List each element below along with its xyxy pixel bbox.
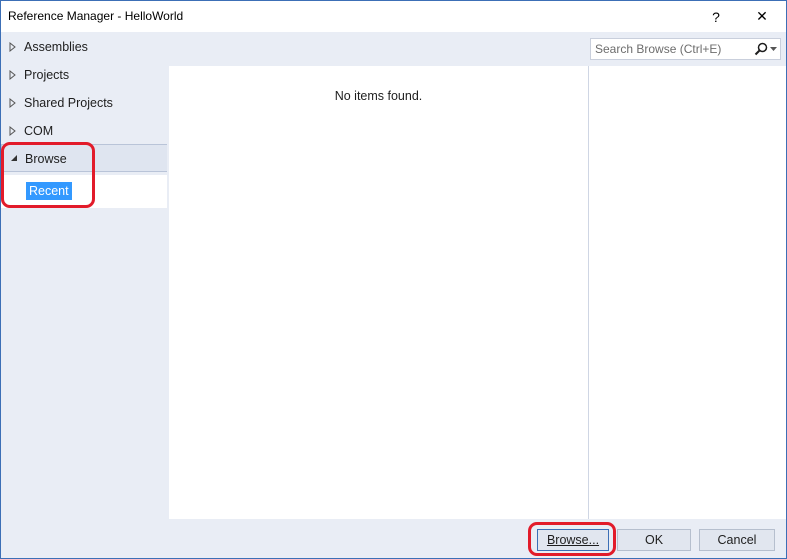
cancel-button[interactable]: Cancel — [699, 529, 775, 551]
search-icon[interactable] — [754, 42, 768, 56]
category-sidebar: Assemblies Projects Shared Projects COM … — [1, 32, 169, 519]
collapsed-arrow-icon[interactable] — [9, 42, 16, 52]
sidebar-item-assemblies[interactable]: Assemblies — [1, 34, 167, 60]
collapsed-arrow-icon[interactable] — [9, 98, 16, 108]
empty-message: No items found. — [334, 89, 423, 103]
sidebar-item-projects[interactable]: Projects — [1, 62, 167, 88]
sidebar-subitem-recent[interactable]: Recent — [26, 182, 72, 200]
sidebar-item-com[interactable]: COM — [1, 118, 167, 144]
close-button[interactable]: ✕ — [740, 1, 784, 32]
search-box[interactable] — [590, 38, 781, 60]
chevron-down-icon[interactable] — [770, 47, 777, 51]
details-panel — [589, 66, 786, 519]
sidebar-item-label: Projects — [24, 68, 70, 82]
sidebar-item-label: Assemblies — [24, 40, 88, 54]
sidebar-item-label: COM — [24, 124, 54, 138]
dialog-footer: Browse... OK Cancel — [1, 519, 786, 558]
ok-button[interactable]: OK — [617, 529, 691, 551]
collapsed-arrow-icon[interactable] — [9, 70, 16, 80]
reference-manager-window: Reference Manager - HelloWorld ? ✕ Assem… — [0, 0, 787, 559]
help-button[interactable]: ? — [694, 1, 738, 32]
sidebar-item-shared-projects[interactable]: Shared Projects — [1, 90, 167, 116]
browse-subitems: Recent — [1, 175, 167, 208]
browse-button-label: Browse... — [546, 533, 600, 547]
sidebar-item-label: Browse — [25, 152, 67, 166]
sidebar-item-browse[interactable]: Browse — [1, 144, 167, 172]
browse-button[interactable]: Browse... — [537, 529, 609, 551]
collapsed-arrow-icon[interactable] — [9, 126, 16, 136]
search-input[interactable] — [591, 39, 755, 59]
results-list: No items found. — [169, 66, 589, 519]
window-title: Reference Manager - HelloWorld — [8, 9, 184, 23]
title-bar[interactable]: Reference Manager - HelloWorld ? ✕ — [1, 1, 786, 32]
expanded-arrow-icon[interactable] — [10, 154, 18, 162]
sidebar-item-label: Shared Projects — [24, 96, 113, 110]
